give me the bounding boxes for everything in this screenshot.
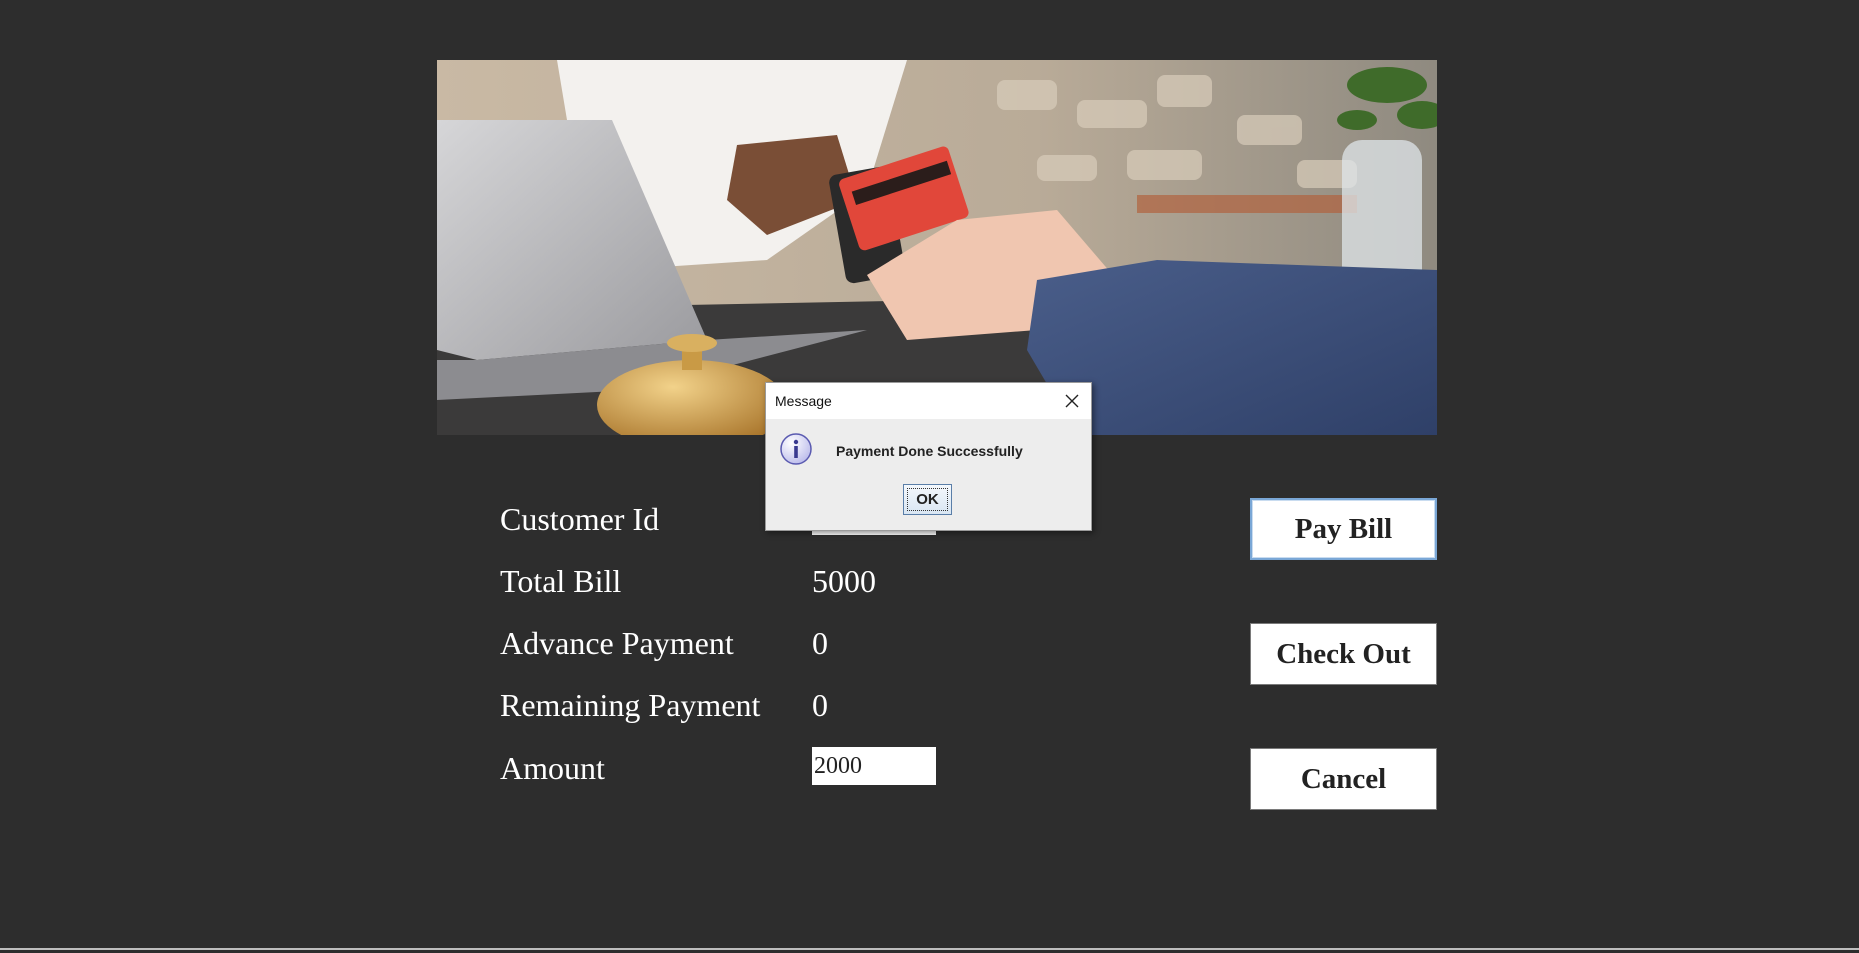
amount-field[interactable] [812, 747, 936, 785]
ok-button[interactable]: OK [903, 484, 952, 515]
dialog-titlebar[interactable]: Message [766, 383, 1091, 419]
advance-payment-label: Advance Payment [500, 625, 734, 661]
check-out-button[interactable]: Check Out [1250, 623, 1437, 685]
dialog-message: Payment Done Successfully [836, 443, 1023, 459]
advance-payment-value: 0 [812, 625, 828, 661]
customer-id-label: Customer Id [500, 501, 660, 537]
bottom-border [0, 948, 1859, 950]
dialog-title: Message [775, 393, 832, 409]
info-icon [778, 431, 814, 467]
close-icon[interactable] [1059, 388, 1085, 414]
cancel-button[interactable]: Cancel [1250, 748, 1437, 810]
total-bill-value: 5000 [812, 563, 876, 599]
header-photo [437, 60, 1437, 435]
remaining-payment-label: Remaining Payment [500, 687, 761, 723]
pay-bill-button[interactable]: Pay Bill [1250, 498, 1437, 560]
amount-label: Amount [500, 750, 605, 786]
total-bill-label: Total Bill [500, 563, 622, 599]
message-dialog: Message Payment Done Successfully OK [765, 382, 1092, 531]
remaining-payment-value: 0 [812, 687, 828, 723]
